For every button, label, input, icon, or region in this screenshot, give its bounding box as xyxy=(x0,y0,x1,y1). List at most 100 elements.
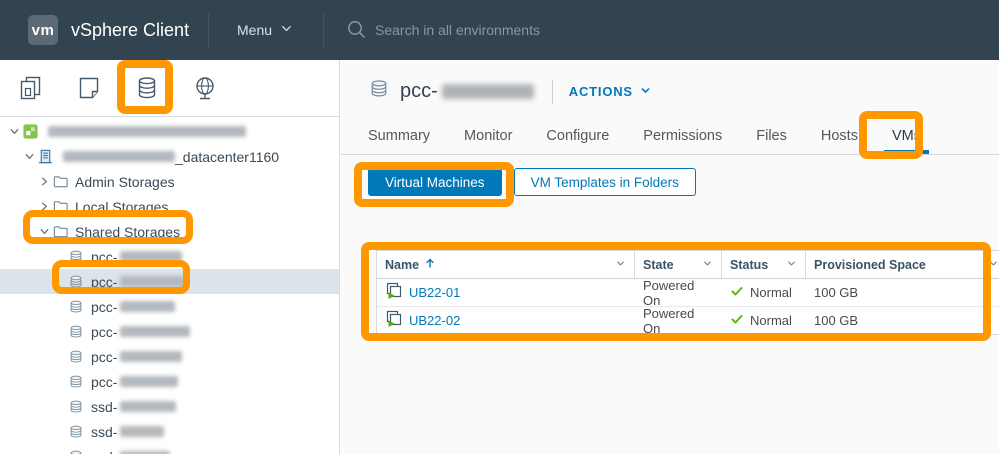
vm-powered-on-icon xyxy=(385,282,403,303)
cell-provisioned-space: 100 GB xyxy=(806,279,999,306)
tab-label: VMs xyxy=(892,128,921,144)
chevron-down-icon[interactable] xyxy=(21,150,37,163)
button-label: VM Templates in Folders xyxy=(531,175,679,190)
topbar-divider xyxy=(323,13,324,47)
redacted-object-name xyxy=(442,84,534,99)
search-bar[interactable]: Search in all environments xyxy=(346,0,540,60)
column-filter-chevron-icon[interactable] xyxy=(615,258,626,272)
tree-item-admin-storages[interactable]: Admin Storages xyxy=(0,169,339,194)
redacted-text xyxy=(120,276,186,287)
tree-item-label: _datacenter1160 xyxy=(175,149,279,165)
vm-templates-in-folders-button[interactable]: VM Templates in Folders xyxy=(514,168,696,196)
page-title: pcc- xyxy=(400,80,438,103)
redacted-text xyxy=(120,301,175,312)
main-content: pcc- ACTIONS Summary Monitor Configure Perm… xyxy=(341,60,999,454)
column-header-state[interactable]: State xyxy=(635,251,722,278)
tree-item-datastore-ssd-2[interactable]: ssd- xyxy=(0,419,339,444)
redacted-text xyxy=(120,426,164,437)
redacted-text xyxy=(48,126,246,137)
tab-label: Hosts xyxy=(821,128,858,144)
tree-item-vcenter-server[interactable] xyxy=(0,119,339,144)
app-title: vSphere Client xyxy=(71,0,189,60)
tree-item-label: pcc- xyxy=(91,349,117,365)
tree-item-datastore-ssd-3[interactable]: ssd- xyxy=(0,444,339,454)
tab-label: Permissions xyxy=(643,128,722,144)
tab-vms[interactable]: VMs xyxy=(890,118,923,154)
datastore-icon xyxy=(68,374,86,390)
vm-name-link[interactable]: UB22-01 xyxy=(409,285,460,300)
object-header: pcc- ACTIONS xyxy=(368,78,651,105)
tab-files[interactable]: Files xyxy=(754,118,789,154)
storage-icon[interactable] xyxy=(130,71,164,105)
tree-item-label: Local Storages xyxy=(75,199,168,215)
redacted-text xyxy=(120,351,182,362)
tree-item-label: pcc- xyxy=(91,374,117,390)
tree-item-datacenter[interactable]: _datacenter1160 xyxy=(0,144,339,169)
inventory-tree: _datacenter1160Admin Storages Local Stora… xyxy=(0,117,339,454)
column-header-name[interactable]: Name xyxy=(377,251,635,278)
vms-and-templates-icon[interactable] xyxy=(72,71,106,105)
column-label: Provisioned Space xyxy=(814,258,926,272)
tab-label: Monitor xyxy=(464,128,512,144)
chevron-down-icon[interactable] xyxy=(6,125,22,138)
datacenter-icon xyxy=(37,148,55,165)
column-header-provisioned-space[interactable]: Provisioned Space xyxy=(806,251,999,278)
vcenter-icon xyxy=(22,123,40,140)
tree-item-datastore-pcc-5[interactable]: pcc- xyxy=(0,344,339,369)
table-header-row: Name StateStatus Provisioned Space xyxy=(377,251,999,279)
chevron-right-icon[interactable] xyxy=(36,175,52,188)
tree-item-datastore-ssd-1[interactable]: ssd- xyxy=(0,394,339,419)
datastore-icon xyxy=(368,78,390,105)
object-tab-bar: Summary Monitor Configure Permissions Files H… xyxy=(341,118,999,155)
tree-item-shared-storages[interactable]: Shared Storages xyxy=(0,219,339,244)
vmware-logo[interactable]: vm xyxy=(28,15,58,45)
datastore-icon xyxy=(68,449,86,454)
tab-summary[interactable]: Summary xyxy=(366,118,432,154)
tree-item-label: Admin Storages xyxy=(75,174,175,190)
tree-item-datastore-pcc-3[interactable]: pcc- xyxy=(0,294,339,319)
cell-status: Normal xyxy=(722,307,806,334)
virtual-machines-button[interactable]: Virtual Machines xyxy=(368,168,502,196)
tab-configure[interactable]: Configure xyxy=(544,118,611,154)
datastore-icon xyxy=(68,274,86,290)
datastore-icon xyxy=(68,324,86,340)
column-header-status[interactable]: Status xyxy=(722,251,806,278)
table-row-ub22-02: UB22-02Powered OnNormal100 GB xyxy=(377,307,999,334)
datastore-icon xyxy=(68,399,86,415)
tree-item-datastore-pcc-2[interactable]: pcc- xyxy=(0,269,339,294)
actions-menu-button[interactable]: ACTIONS xyxy=(569,84,651,99)
tab-hosts[interactable]: Hosts xyxy=(819,118,860,154)
tree-item-datastore-pcc-1[interactable]: pcc- xyxy=(0,244,339,269)
cell-status: Normal xyxy=(722,279,806,306)
vm-powered-on-icon xyxy=(385,310,403,331)
folder-icon xyxy=(52,223,70,240)
redacted-text xyxy=(120,376,178,387)
hosts-and-clusters-icon[interactable] xyxy=(14,71,48,105)
menu-dropdown[interactable]: Menu xyxy=(237,0,293,60)
redacted-text xyxy=(120,251,182,262)
tree-item-datastore-pcc-6[interactable]: pcc- xyxy=(0,369,339,394)
chevron-right-icon[interactable] xyxy=(36,200,52,213)
vm-name-link[interactable]: UB22-02 xyxy=(409,313,460,328)
tree-item-local-storages[interactable]: Local Storages xyxy=(0,194,339,219)
column-label: Name xyxy=(385,258,419,272)
tree-item-datastore-pcc-4[interactable]: pcc- xyxy=(0,319,339,344)
datastore-icon xyxy=(68,424,86,440)
tab-monitor[interactable]: Monitor xyxy=(462,118,514,154)
topbar-divider xyxy=(208,13,209,47)
tab-label: Files xyxy=(756,128,787,144)
table-row-ub22-01: UB22-01Powered OnNormal100 GB xyxy=(377,279,999,307)
column-filter-chevron-icon[interactable] xyxy=(786,258,797,272)
datastore-icon xyxy=(68,299,86,315)
column-filter-chevron-icon[interactable] xyxy=(988,258,999,272)
cell-name: UB22-02 xyxy=(377,307,635,334)
redacted-text xyxy=(120,401,176,412)
chevron-down-icon[interactable] xyxy=(36,225,52,238)
tree-item-label: pcc- xyxy=(91,249,117,265)
datastore-icon xyxy=(68,249,86,265)
tab-permissions[interactable]: Permissions xyxy=(641,118,724,154)
networking-icon[interactable] xyxy=(188,71,222,105)
tree-item-label: ssd- xyxy=(91,449,117,454)
column-filter-chevron-icon[interactable] xyxy=(702,258,713,272)
header-divider xyxy=(552,80,553,104)
